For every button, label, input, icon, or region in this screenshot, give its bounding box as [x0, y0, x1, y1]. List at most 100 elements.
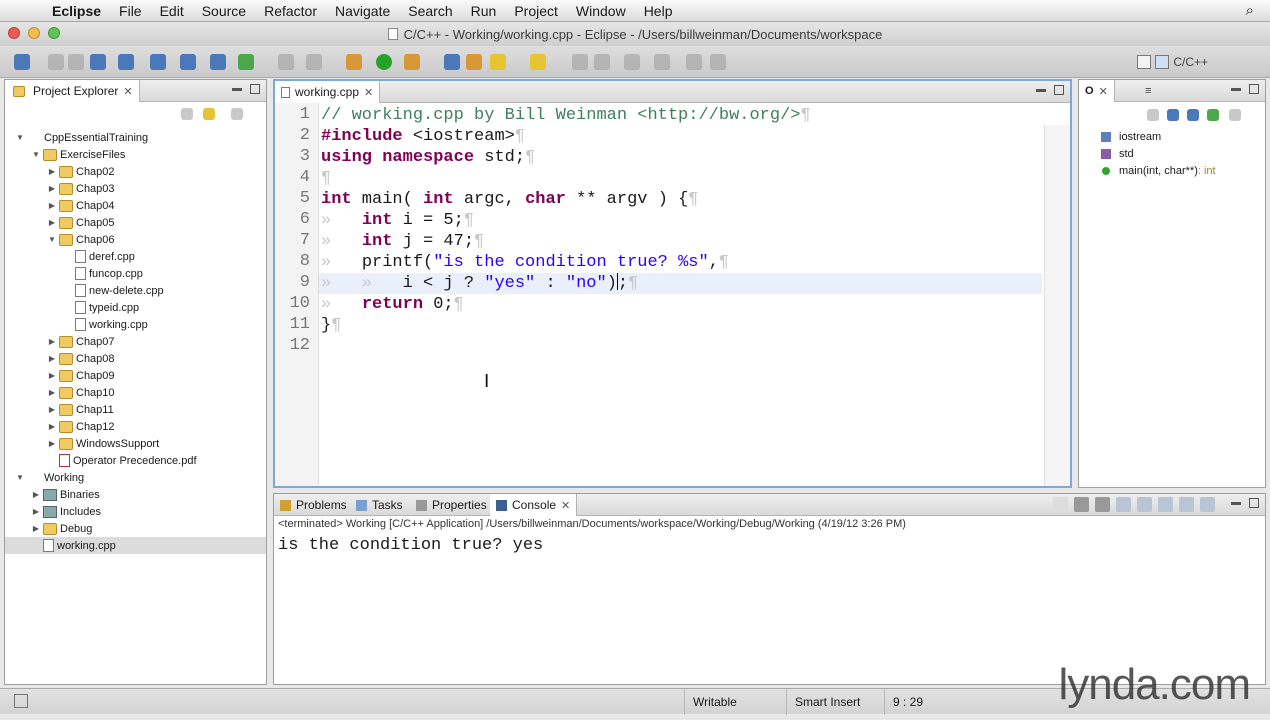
open-perspective-icon[interactable] — [1137, 55, 1152, 69]
toggle-block-icon[interactable] — [572, 54, 588, 70]
prev-annotation-icon[interactable] — [654, 54, 670, 70]
expand-right-icon[interactable]: ▶ — [47, 388, 57, 397]
tree-item[interactable]: ▶ Chap08 — [5, 350, 266, 367]
maximize-view-icon[interactable] — [1249, 84, 1259, 94]
tree-item[interactable]: ▶ Chap09 — [5, 367, 266, 384]
close-icon[interactable]: ✕ — [364, 86, 373, 99]
tree-item[interactable]: ▶ Chap12 — [5, 418, 266, 435]
menu-navigate[interactable]: Navigate — [326, 3, 399, 19]
expand-right-icon[interactable]: ▶ — [31, 507, 41, 516]
new-icon[interactable] — [14, 54, 30, 70]
new-project-icon[interactable] — [150, 54, 166, 70]
spotlight-search-icon[interactable]: ⌕ — [1246, 2, 1254, 19]
menu-search[interactable]: Search — [399, 3, 461, 19]
window-close-button[interactable] — [8, 27, 20, 39]
view-menu-icon[interactable] — [231, 108, 243, 120]
target-icon[interactable] — [306, 54, 322, 70]
display-console-icon[interactable] — [1179, 497, 1194, 512]
tab-tasks[interactable]: Tasks — [350, 494, 409, 516]
tab-properties[interactable]: Properties — [410, 494, 493, 516]
hide-static-icon[interactable] — [1187, 109, 1199, 121]
tree-item[interactable]: funcop.cpp — [5, 265, 266, 282]
tree-item[interactable]: working.cpp — [5, 316, 266, 333]
remove-all-launches-icon[interactable] — [1095, 497, 1110, 512]
console-output[interactable]: is the condition true? yes — [278, 536, 543, 555]
mark-occurrences-icon[interactable] — [530, 54, 546, 70]
refresh-icon[interactable] — [238, 54, 254, 70]
tab-problems[interactable]: Problems — [274, 494, 353, 516]
scroll-lock-icon[interactable] — [1137, 497, 1152, 512]
tree-item[interactable]: deref.cpp — [5, 248, 266, 265]
expand-down-icon[interactable]: ▼ — [47, 235, 57, 244]
outline-item[interactable]: std — [1079, 145, 1265, 162]
tree-item[interactable]: ▶ Chap10 — [5, 384, 266, 401]
sort-icon[interactable] — [1147, 109, 1159, 121]
menu-window[interactable]: Window — [567, 3, 635, 19]
expand-right-icon[interactable]: ▶ — [47, 337, 57, 346]
menu-app-name[interactable]: Eclipse — [52, 3, 110, 19]
tab-make-targets[interactable]: ≡ — [1139, 80, 1157, 102]
maximize-view-icon[interactable] — [1249, 498, 1259, 508]
collapse-all-icon[interactable] — [181, 108, 193, 120]
remove-launch-icon[interactable] — [1074, 497, 1089, 512]
menu-help[interactable]: Help — [635, 3, 682, 19]
save-all-icon[interactable] — [68, 54, 84, 70]
tree-item[interactable]: ▶ Chap05 — [5, 214, 266, 231]
build-icon[interactable] — [118, 54, 134, 70]
forward-icon[interactable] — [710, 54, 726, 70]
outline-item[interactable]: main(int, char**) : int — [1079, 162, 1265, 179]
tab-console[interactable]: Console ✕ — [490, 494, 578, 516]
link-outline-icon[interactable] — [1229, 109, 1241, 121]
new-class-icon[interactable] — [180, 54, 196, 70]
tree-item[interactable]: typeid.cpp — [5, 299, 266, 316]
open-element-icon[interactable] — [466, 54, 482, 70]
tab-project-explorer[interactable]: Project Explorer ✕ — [5, 80, 140, 102]
expand-down-icon[interactable]: ▼ — [15, 133, 25, 142]
expand-right-icon[interactable]: ▶ — [47, 201, 57, 210]
open-console-icon[interactable] — [1200, 497, 1215, 512]
link-with-editor-icon[interactable] — [203, 108, 215, 120]
open-type-icon[interactable] — [444, 54, 460, 70]
close-icon[interactable]: ✕ — [1099, 85, 1108, 98]
tree-item[interactable]: new-delete.cpp — [5, 282, 266, 299]
perspective-switcher[interactable]: C/C++ — [1137, 52, 1208, 72]
window-zoom-button[interactable] — [48, 27, 60, 39]
tree-item[interactable]: ▼ ExerciseFiles — [5, 146, 266, 163]
new-file-icon[interactable] — [210, 54, 226, 70]
hide-fields-icon[interactable] — [1167, 109, 1179, 121]
minimize-view-icon[interactable] — [1036, 89, 1046, 92]
menu-project[interactable]: Project — [505, 3, 567, 19]
expand-right-icon[interactable]: ▶ — [47, 371, 57, 380]
expand-right-icon[interactable]: ▶ — [31, 490, 41, 499]
expand-down-icon[interactable]: ▼ — [15, 473, 25, 482]
expand-right-icon[interactable]: ▶ — [47, 184, 57, 193]
back-icon[interactable] — [686, 54, 702, 70]
window-minimize-button[interactable] — [28, 27, 40, 39]
tree-item[interactable]: ▶ Chap02 — [5, 163, 266, 180]
tree-item[interactable]: ▶ Chap03 — [5, 180, 266, 197]
print-icon[interactable] — [90, 54, 106, 70]
save-icon[interactable] — [48, 54, 64, 70]
tree-item[interactable]: ▶ Chap07 — [5, 333, 266, 350]
expand-right-icon[interactable]: ▶ — [47, 439, 57, 448]
tree-item[interactable]: ▶ Chap04 — [5, 197, 266, 214]
tree-item[interactable]: ▶ Debug — [5, 520, 266, 537]
expand-right-icon[interactable]: ▶ — [47, 167, 57, 176]
close-icon[interactable]: ✕ — [123, 85, 132, 98]
expand-right-icon[interactable]: ▶ — [31, 524, 41, 533]
hide-non-public-icon[interactable] — [1207, 109, 1219, 121]
close-icon[interactable]: ✕ — [561, 499, 570, 512]
hammer-icon[interactable] — [278, 54, 294, 70]
run-icon[interactable] — [376, 54, 392, 70]
external-tools-icon[interactable] — [404, 54, 420, 70]
tree-item[interactable]: ▶ WindowsSupport — [5, 435, 266, 452]
show-whitespace-icon[interactable] — [594, 54, 610, 70]
debug-bug-icon[interactable] — [346, 54, 362, 70]
tree-item[interactable]: ▼ CppEssentialTraining — [5, 129, 266, 146]
minimize-view-icon[interactable] — [232, 88, 242, 91]
menu-refactor[interactable]: Refactor — [255, 3, 326, 19]
fast-view-icon[interactable] — [14, 694, 28, 708]
tree-item[interactable]: working.cpp — [5, 537, 266, 554]
pin-console-icon[interactable] — [1158, 497, 1173, 512]
code-editor[interactable]: 1 2 3 4 5 6 7 8 9 10 11 12 // working.cpp by Bill W… — [275, 103, 1070, 486]
